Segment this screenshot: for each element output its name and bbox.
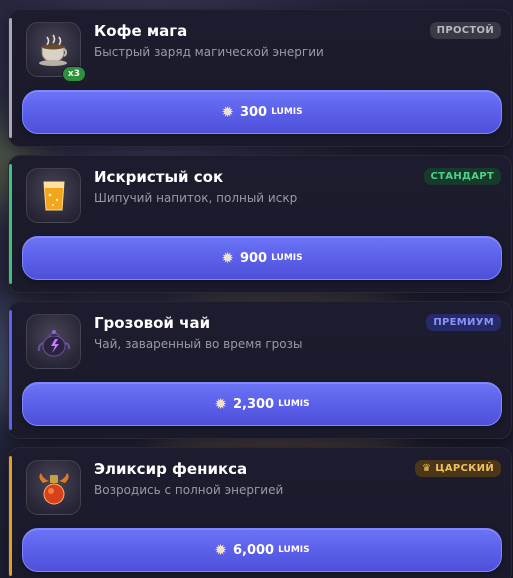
phoenix-potion-icon: [26, 460, 81, 515]
lumis-icon: ✹: [221, 103, 234, 121]
item-title: Искристый сок: [94, 168, 224, 186]
lumis-icon: ✹: [214, 395, 227, 413]
item-description: Шипучий напиток, полный искр: [94, 191, 298, 205]
price-currency: LUMIS: [278, 545, 310, 555]
tier-label: ПРЕМИУМ: [433, 317, 494, 328]
buy-button[interactable]: ✹ 300 LUMIS: [22, 90, 502, 134]
tier-badge: ПРОСТОЙ: [429, 22, 501, 39]
lumis-icon: ✹: [221, 249, 234, 267]
price-amount: 6,000: [232, 542, 275, 558]
price-currency: LUMIS: [278, 399, 310, 409]
tier-badge: СТАНДАРТ: [423, 168, 501, 185]
tier-label: СТАНДАРТ: [430, 171, 494, 182]
tier-badge: ♛ ЦАРСКИЙ: [415, 460, 501, 477]
shop-item-card: x3 Кофе мага Быстрый заряд магической эн…: [8, 9, 512, 147]
item-description: Чай, заваренный во время грозы: [94, 337, 303, 351]
juice-glass-icon: [26, 168, 81, 223]
tier-label: ЦАРСКИЙ: [435, 463, 494, 474]
price-currency: LUMIS: [271, 107, 303, 117]
tier-badge: ПРЕМИУМ: [426, 314, 501, 331]
tier-accent-bar: [9, 310, 12, 430]
shop-item-card: Грозовой чай Чай, заваренный во время гр…: [8, 301, 512, 439]
tier-accent-bar: [9, 164, 12, 284]
buy-button[interactable]: ✹ 6,000 LUMIS: [22, 528, 502, 572]
item-title: Грозовой чай: [94, 314, 211, 332]
storm-teapot-icon: [26, 314, 81, 369]
quantity-badge: x3: [61, 66, 86, 82]
item-description: Возродись с полной энергией: [94, 483, 284, 497]
shop-item-card: Искристый сок Шипучий напиток, полный ис…: [8, 155, 512, 293]
price-currency: LUMIS: [271, 253, 303, 263]
crown-icon: ♛: [422, 463, 432, 474]
coffee-cup-icon: x3: [26, 22, 86, 82]
shop-item-card: Эликсир феникса Возродись с полной энерг…: [8, 447, 512, 578]
buy-button[interactable]: ✹ 900 LUMIS: [22, 236, 502, 280]
price-amount: 300: [239, 104, 268, 120]
tier-label: ПРОСТОЙ: [436, 25, 494, 36]
item-title: Эликсир феникса: [94, 460, 248, 478]
lumis-icon: ✹: [214, 541, 227, 559]
item-title: Кофе мага: [94, 22, 188, 40]
tier-accent-bar: [9, 18, 12, 138]
tier-accent-bar: [9, 456, 12, 576]
price-amount: 900: [239, 250, 268, 266]
price-amount: 2,300: [232, 396, 275, 412]
item-description: Быстрый заряд магической энергии: [94, 45, 324, 59]
buy-button[interactable]: ✹ 2,300 LUMIS: [22, 382, 502, 426]
